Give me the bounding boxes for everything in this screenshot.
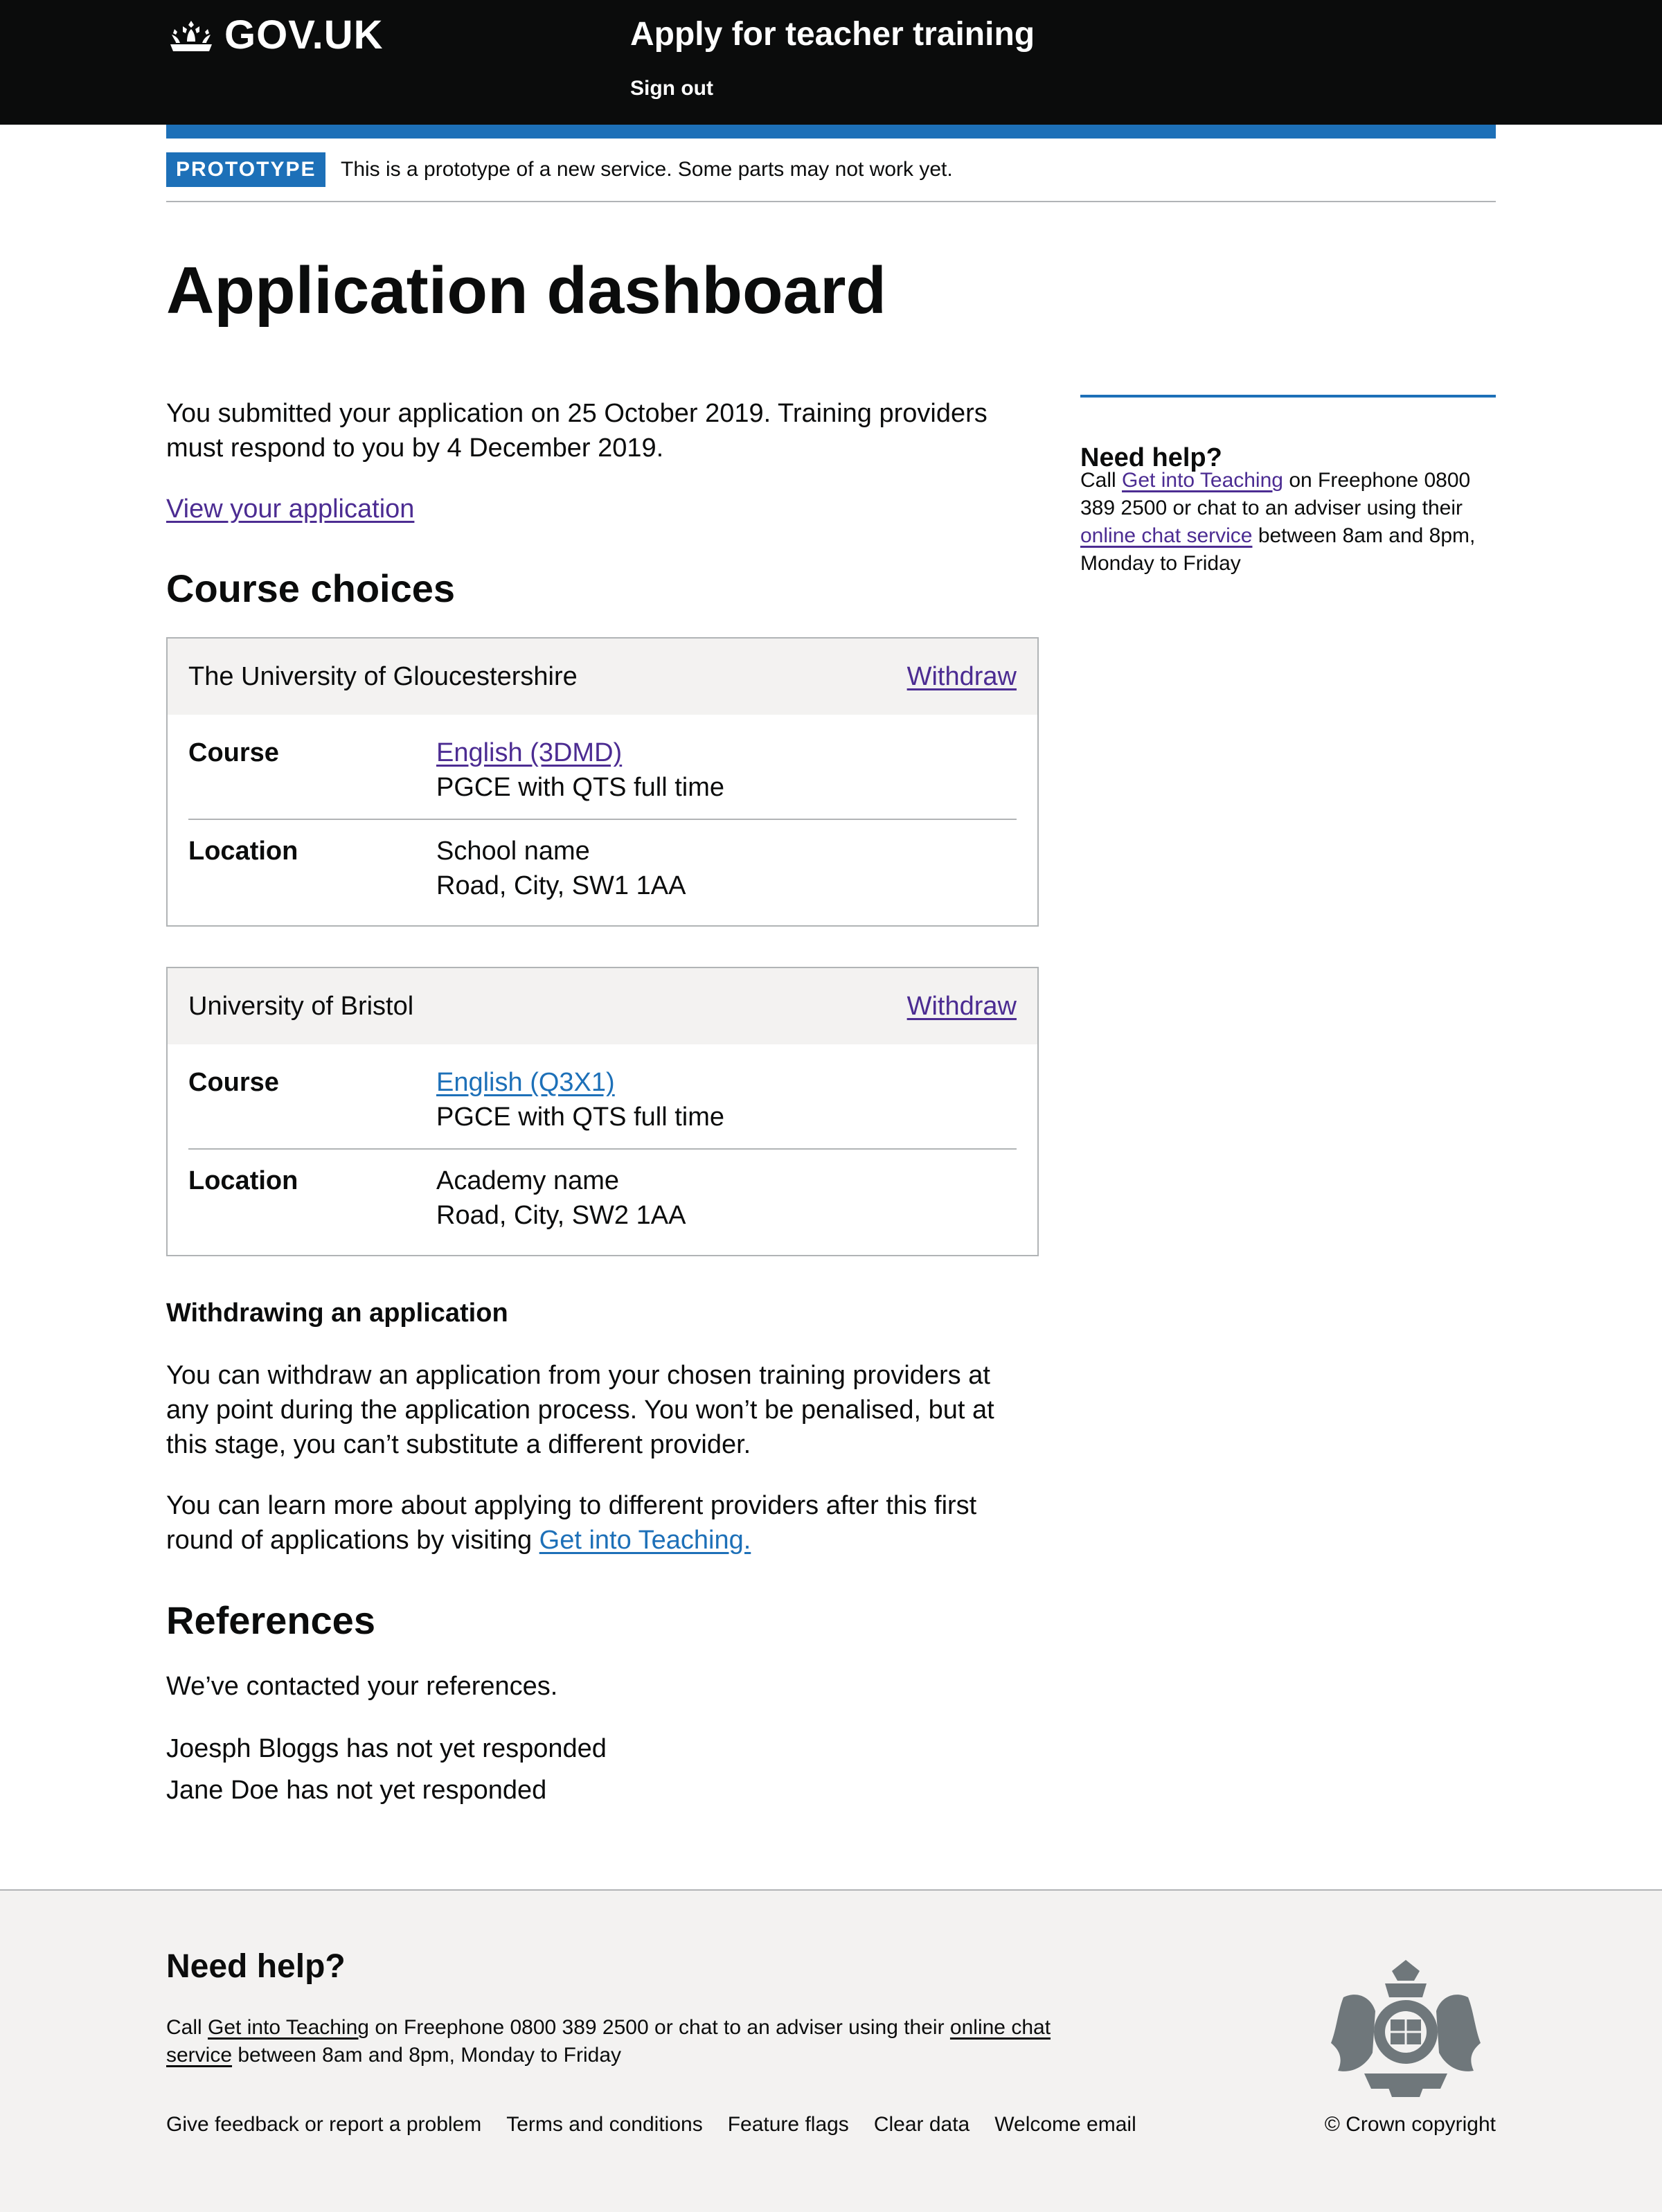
- phase-banner: PROTOTYPE This is a prototype of a new s…: [166, 151, 1496, 202]
- royal-coat-of-arms-icon: [1331, 1960, 1481, 2097]
- phase-text: This is a prototype of a new service. So…: [341, 158, 953, 181]
- course-link[interactable]: English (Q3X1): [436, 1065, 615, 1100]
- withdraw-link[interactable]: Withdraw: [907, 989, 1017, 1024]
- course-choice-card: University of Bristol Withdraw Course En…: [166, 967, 1039, 1256]
- row-divider: [188, 819, 1017, 820]
- phase-tag: PROTOTYPE: [166, 152, 326, 187]
- footer-link-terms[interactable]: Terms and conditions: [506, 2111, 702, 2139]
- site-header: GOV.UK Apply for teacher training Sign o…: [0, 0, 1662, 125]
- sidebar-help-text: Call Get into Teaching on Freephone 0800…: [1080, 467, 1496, 578]
- logo-text: GOV.UK: [224, 12, 384, 57]
- location-key: Location: [188, 837, 298, 866]
- govuk-logo-link[interactable]: GOV.UK: [166, 12, 383, 57]
- footer-link-clear-data[interactable]: Clear data: [874, 2111, 970, 2139]
- sign-out-link[interactable]: Sign out: [630, 75, 713, 102]
- location-key: Location: [188, 1166, 298, 1195]
- card-header: University of Bristol Withdraw: [168, 968, 1037, 1044]
- footer-link-feedback[interactable]: Give feedback or report a problem: [166, 2111, 481, 2139]
- submission-intro: You submitted your application on 25 Oct…: [166, 399, 988, 463]
- withdraw-paragraph: You can withdraw an application from you…: [166, 1361, 994, 1459]
- reference-status: Jane Doe has not yet responded: [166, 1776, 547, 1805]
- sidebar-chat-link[interactable]: online chat service: [1080, 524, 1252, 547]
- footer-help-text: Call Get into Teaching on Freephone 0800…: [166, 2014, 1066, 2069]
- learn-more-paragraph: You can learn more about applying to dif…: [166, 1488, 1039, 1558]
- withdraw-link[interactable]: Withdraw: [907, 659, 1017, 694]
- footer-text: Call: [166, 2016, 202, 2039]
- course-choices-heading: Course choices: [166, 567, 456, 610]
- crown-copyright[interactable]: © Crown copyright: [1325, 2111, 1496, 2139]
- footer-text: between 8am and 8pm, Monday to Friday: [238, 2044, 622, 2067]
- page-title: Application dashboard: [166, 253, 887, 328]
- card-header: The University of Gloucestershire Withdr…: [168, 639, 1037, 715]
- provider-name: The University of Gloucestershire: [188, 662, 578, 691]
- location-line-1: Academy name: [436, 1166, 620, 1195]
- course-key: Course: [188, 738, 279, 767]
- withdrawing-heading: Withdrawing an application: [166, 1299, 508, 1328]
- header-blue-bar: [166, 125, 1496, 139]
- course-detail: PGCE with QTS full time: [436, 773, 724, 802]
- footer-links: Give feedback or report a problem Terms …: [166, 2111, 1161, 2139]
- help-sidebar: Need help? Call Get into Teaching on Fre…: [1080, 395, 1496, 575]
- references-intro: We’ve contacted your references.: [166, 1672, 558, 1701]
- course-choice-card: The University of Gloucestershire Withdr…: [166, 637, 1039, 927]
- footer-heading: Need help?: [166, 1948, 346, 1985]
- course-key: Course: [188, 1068, 279, 1097]
- sidebar-text: Call: [1080, 469, 1116, 492]
- location-line-2: Road, City, SW1 1AA: [436, 871, 686, 900]
- footer-link-welcome-email[interactable]: Welcome email: [994, 2111, 1136, 2139]
- references-heading: References: [166, 1598, 375, 1642]
- course-detail: PGCE with QTS full time: [436, 1103, 724, 1132]
- location-line-2: Road, City, SW2 1AA: [436, 1201, 686, 1230]
- footer-text: on Freephone 0800 389 2500 or chat to an…: [375, 2016, 945, 2039]
- reference-status: Joesph Bloggs has not yet responded: [166, 1734, 607, 1763]
- sidebar-get-into-teaching-link[interactable]: Get into Teaching: [1122, 469, 1283, 492]
- row-divider: [188, 1148, 1017, 1150]
- crown-icon: [170, 21, 212, 51]
- course-link[interactable]: English (3DMD): [436, 735, 622, 770]
- provider-name: University of Bristol: [188, 992, 414, 1021]
- location-line-1: School name: [436, 837, 590, 866]
- site-footer: Need help? Call Get into Teaching on Fre…: [0, 1889, 1662, 2212]
- footer-get-into-teaching-link[interactable]: Get into Teaching: [208, 2016, 369, 2039]
- get-into-teaching-link[interactable]: Get into Teaching.: [539, 1526, 751, 1555]
- footer-link-feature-flags[interactable]: Feature flags: [728, 2111, 849, 2139]
- service-name-link[interactable]: Apply for teacher training: [630, 12, 1035, 57]
- view-application-link[interactable]: View your application: [166, 492, 414, 526]
